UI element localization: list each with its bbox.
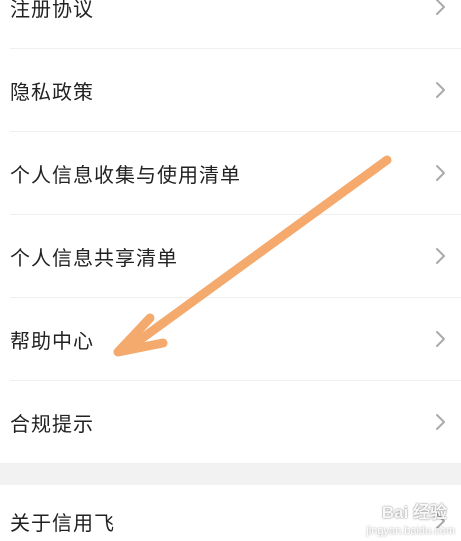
menu-item-privacy-policy[interactable]: 隐私政策 <box>0 49 461 131</box>
menu-item-personal-info-collection[interactable]: 个人信息收集与使用清单 <box>0 132 461 214</box>
menu-item-help-center[interactable]: 帮助中心 <box>0 298 461 380</box>
settings-menu-list: 注册协议 隐私政策 个人信息收集与使用清单 个人信息共享清单 帮助中心 合规提示 <box>0 0 461 463</box>
section-gap <box>0 463 461 485</box>
menu-item-label: 注册协议 <box>10 0 94 21</box>
chevron-right-icon <box>436 0 445 15</box>
chevron-right-icon <box>436 165 445 181</box>
chevron-right-icon <box>436 82 445 98</box>
chevron-right-icon <box>436 414 445 430</box>
baidu-watermark: Bai 经验 <box>381 503 447 522</box>
chevron-right-icon <box>436 248 445 264</box>
menu-item-label: 个人信息共享清单 <box>10 245 178 270</box>
menu-item-label: 关于信用飞 <box>10 511 115 535</box>
menu-item-compliance-notice[interactable]: 合规提示 <box>0 381 461 463</box>
menu-item-label: 个人信息收集与使用清单 <box>10 162 241 187</box>
baidu-watermark-url: jingyan.baidu.com <box>366 525 455 537</box>
menu-item-label: 合规提示 <box>10 411 94 436</box>
menu-item-register-agreement[interactable]: 注册协议 <box>0 0 461 48</box>
menu-item-label: 帮助中心 <box>10 328 94 353</box>
menu-item-label: 隐私政策 <box>10 79 94 104</box>
chevron-right-icon <box>436 331 445 347</box>
menu-item-personal-info-sharing[interactable]: 个人信息共享清单 <box>0 215 461 297</box>
